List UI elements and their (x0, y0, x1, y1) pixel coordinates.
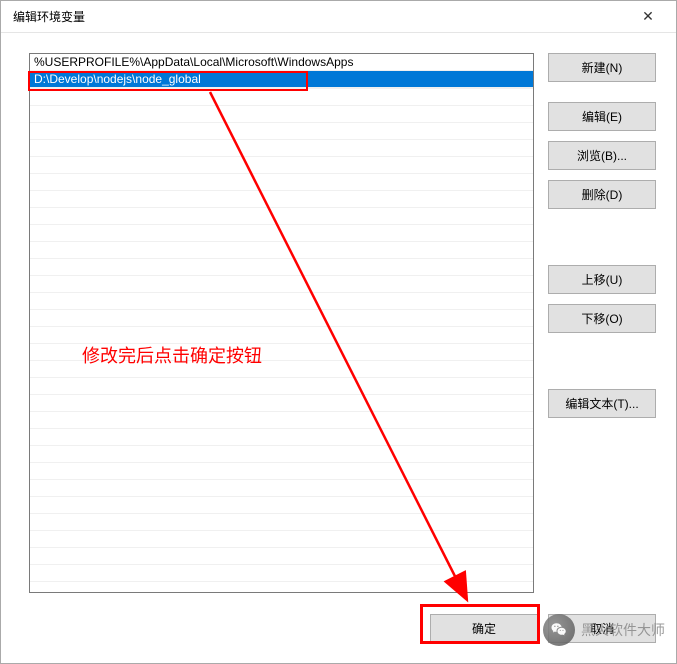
move-down-button[interactable]: 下移(O) (548, 304, 656, 333)
delete-button[interactable]: 删除(D) (548, 180, 656, 209)
watermark: 黑火软件大师 (543, 614, 665, 646)
ok-button[interactable]: 确定 (430, 614, 538, 643)
edit-button[interactable]: 编辑(E) (548, 102, 656, 131)
list-item[interactable]: %USERPROFILE%\AppData\Local\Microsoft\Wi… (30, 54, 533, 71)
close-icon[interactable]: ✕ (628, 3, 668, 31)
browse-button[interactable]: 浏览(B)... (548, 141, 656, 170)
list-item[interactable]: D:\Develop\nodejs\node_global (30, 71, 533, 88)
path-listbox[interactable]: %USERPROFILE%\AppData\Local\Microsoft\Wi… (29, 53, 534, 593)
env-var-dialog: 编辑环境变量 ✕ %USERPROFILE%\AppData\Local\Mic… (0, 0, 677, 664)
dialog-title: 编辑环境变量 (13, 8, 85, 25)
wechat-icon (543, 614, 575, 646)
dialog-content: %USERPROFILE%\AppData\Local\Microsoft\Wi… (1, 33, 676, 603)
new-button[interactable]: 新建(N) (548, 53, 656, 82)
list-grid (30, 88, 533, 592)
move-up-button[interactable]: 上移(U) (548, 265, 656, 294)
edit-text-button[interactable]: 编辑文本(T)... (548, 389, 656, 418)
titlebar: 编辑环境变量 ✕ (1, 1, 676, 33)
side-button-column: 新建(N) 编辑(E) 浏览(B)... 删除(D) 上移(U) 下移(O) 编… (548, 53, 656, 603)
watermark-text: 黑火软件大师 (581, 620, 665, 640)
